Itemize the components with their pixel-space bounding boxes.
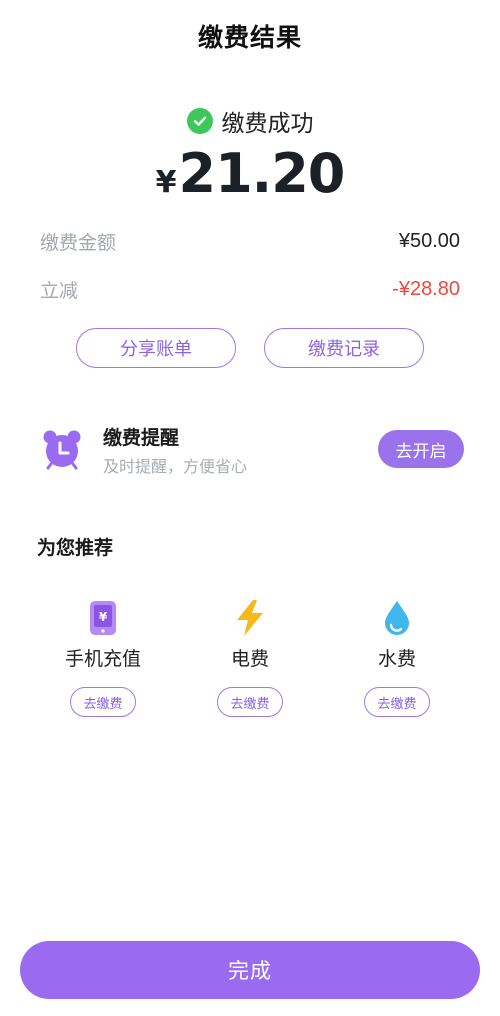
detail-row-payment-amount: 缴费金额 ¥50.00	[40, 228, 460, 255]
done-button[interactable]: 完成	[20, 941, 480, 999]
go-pay-button[interactable]: 去缴费	[217, 687, 283, 717]
recommend-item-name: 水费	[377, 648, 416, 670]
detail-row-discount: 立减 -¥28.80	[40, 276, 460, 303]
water-drop-icon	[379, 598, 415, 638]
recommend-item-electricity[interactable]: 电费 去缴费	[190, 598, 310, 717]
alarm-clock-icon	[42, 428, 82, 470]
recommend-grid: ¥ 手机充值 去缴费 电费 去缴费 水费 去缴费	[0, 598, 500, 718]
detail-value: ¥50.00	[398, 230, 460, 252]
status-text: 缴费成功	[221, 111, 314, 137]
detail-label: 缴费金额	[40, 232, 117, 254]
go-pay-button[interactable]: 去缴费	[70, 687, 136, 717]
recommend-item-name: 电费	[230, 648, 269, 670]
amount-value: 21.20	[178, 142, 346, 205]
amount-currency: ¥	[155, 165, 177, 200]
recommend-item-phone-recharge[interactable]: ¥ 手机充值 去缴费	[43, 598, 163, 717]
detail-label: 立减	[40, 280, 79, 302]
paid-amount: ¥ 21.20	[0, 142, 500, 205]
status-row: 缴费成功	[0, 104, 500, 138]
share-bill-button[interactable]: 分享账单	[76, 328, 236, 368]
reminder-title: 缴费提醒	[103, 427, 180, 449]
reminder-subtitle: 及时提醒，方便省心	[103, 457, 248, 476]
recommend-item-water[interactable]: 水费 去缴费	[337, 598, 457, 717]
recommend-item-name: 手机充值	[64, 648, 141, 670]
svg-text:¥: ¥	[99, 610, 108, 624]
payment-reminder-card: 缴费提醒 及时提醒，方便省心 去开启	[40, 420, 464, 480]
success-check-icon	[186, 108, 213, 134]
discount-value: -¥28.80	[392, 278, 460, 300]
phone-recharge-icon: ¥	[85, 598, 121, 638]
payment-records-button[interactable]: 缴费记录	[264, 328, 424, 368]
lightning-icon	[232, 598, 268, 638]
enable-reminder-button[interactable]: 去开启	[378, 430, 464, 468]
page-title: 缴费结果	[197, 23, 302, 52]
recommend-section-title: 为您推荐	[37, 537, 114, 559]
go-pay-button[interactable]: 去缴费	[364, 687, 430, 717]
action-buttons: 分享账单 缴费记录	[76, 328, 424, 368]
